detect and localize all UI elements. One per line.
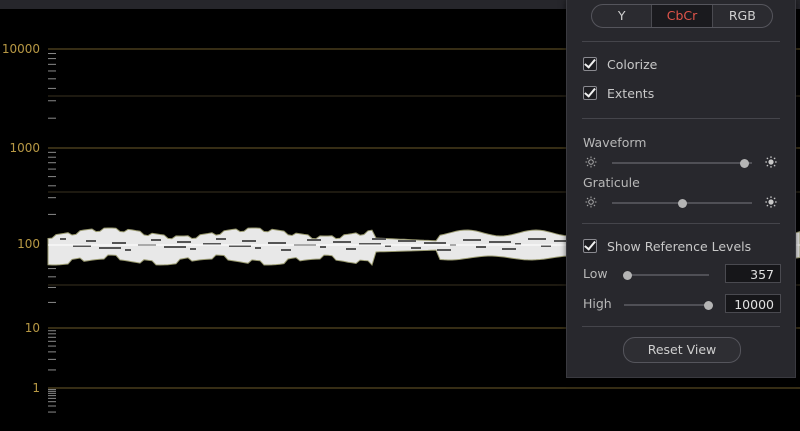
colorize-checkbox[interactable] — [583, 57, 597, 71]
waveform-shadow-streak — [437, 249, 451, 251]
waveform-shadow-streak — [164, 246, 186, 248]
divider — [582, 41, 780, 42]
waveform-shadow-streak — [151, 239, 161, 241]
sun-outline-icon — [585, 156, 597, 168]
high-level-handle[interactable] — [704, 301, 713, 310]
extents-checkbox[interactable] — [583, 86, 597, 100]
waveform-shadow-streak — [177, 241, 191, 243]
waveform-brightness-label: Waveform — [583, 135, 647, 150]
scale-label-10000: 10000 — [1, 42, 40, 56]
sun-filled-icon — [765, 196, 777, 208]
waveform-shadow-streak — [86, 240, 96, 242]
show-reference-levels-checkbox[interactable] — [583, 239, 597, 253]
mode-rgb-button[interactable]: RGB — [713, 5, 772, 27]
low-level-handle[interactable] — [623, 271, 632, 280]
waveform-shadow-streak — [398, 240, 416, 242]
waveform-shadow-streak — [489, 241, 511, 243]
reset-view-button[interactable]: Reset View — [623, 337, 741, 363]
show-reference-levels-label: Show Reference Levels — [607, 238, 752, 254]
waveform-shadow-streak — [424, 242, 446, 244]
waveform-scope-viewer: 10000 1000 100 10 1 Y CbCr RGB Colorize … — [0, 0, 800, 431]
extents-option[interactable]: Extents — [583, 85, 654, 101]
waveform-shadow-streak — [372, 238, 386, 240]
waveform-shadow-streak — [333, 241, 351, 243]
waveform-brightness-slider[interactable] — [612, 159, 752, 168]
scope-settings-panel: Y CbCr RGB Colorize Extents Waveform Gra… — [566, 0, 796, 378]
extents-label: Extents — [607, 85, 655, 101]
waveform-shadow-streak — [320, 246, 326, 248]
waveform-shadow-streak — [411, 247, 421, 249]
waveform-shadow-streak — [112, 242, 126, 244]
waveform-shadow-streak — [281, 249, 291, 251]
waveform-shadow-streak — [528, 238, 546, 240]
waveform-shadow-streak — [242, 240, 256, 242]
scale-label-1: 1 — [32, 381, 40, 395]
waveform-shadow-streak — [216, 238, 226, 240]
waveform-shadow-streak — [99, 247, 121, 249]
low-level-label: Low — [583, 266, 608, 281]
high-level-label: High — [583, 296, 612, 311]
scope-mode-selector: Y CbCr RGB — [591, 4, 773, 28]
waveform-brightness-handle[interactable] — [739, 159, 749, 168]
waveform-shadow-streak — [60, 238, 66, 240]
colorize-option[interactable]: Colorize — [583, 56, 657, 72]
scale-label-100: 100 — [17, 237, 40, 251]
divider — [582, 223, 780, 224]
waveform-shadow-streak — [268, 242, 286, 244]
sun-filled-icon — [765, 156, 777, 168]
high-level-slider[interactable] — [624, 301, 713, 310]
scale-label-10: 10 — [24, 321, 40, 335]
mode-cbcr-button[interactable]: CbCr — [652, 5, 713, 27]
divider — [582, 326, 780, 327]
colorize-label: Colorize — [607, 56, 658, 72]
graticule-brightness-label: Graticule — [583, 175, 640, 190]
low-level-slider[interactable] — [623, 271, 709, 280]
graticule-brightness-handle[interactable] — [678, 199, 687, 208]
divider — [582, 118, 780, 119]
waveform-shadow-streak — [463, 239, 481, 241]
waveform-shadow-streak — [346, 248, 356, 250]
sun-outline-icon — [585, 196, 597, 208]
scale-ticks — [48, 53, 56, 413]
waveform-shadow-streak — [502, 248, 516, 250]
waveform-shadow-streak — [476, 246, 486, 248]
waveform-shadow-streak — [125, 249, 131, 251]
show-reference-levels-option[interactable]: Show Reference Levels — [583, 238, 751, 254]
mode-y-button[interactable]: Y — [592, 5, 653, 27]
waveform-shadow-streak — [190, 248, 196, 250]
waveform-shadow-streak — [307, 239, 321, 241]
high-level-value[interactable]: 10000 — [725, 294, 781, 313]
waveform-shadow-streak — [255, 247, 261, 249]
scale-label-1000: 1000 — [9, 141, 40, 155]
low-level-value[interactable]: 357 — [725, 264, 781, 283]
graticule-brightness-slider[interactable] — [612, 199, 752, 208]
